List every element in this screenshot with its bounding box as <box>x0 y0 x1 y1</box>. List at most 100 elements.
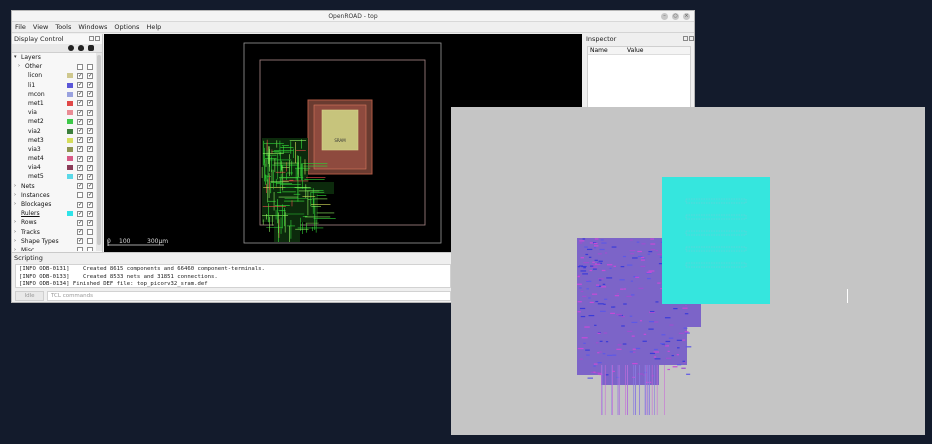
display-row-blockages[interactable]: › Blockages ✓ ✓ <box>12 200 96 209</box>
selectable-checkbox[interactable]: ✓ <box>87 137 93 144</box>
expand-arrow-icon[interactable]: › <box>14 246 16 251</box>
menu-view[interactable]: View <box>33 22 48 32</box>
selectable-checkbox[interactable]: ✓ <box>87 118 93 125</box>
expand-arrow-icon[interactable]: ▾ <box>14 53 17 62</box>
display-row-licon[interactable]: licon ✓ ✓ <box>12 71 96 80</box>
float-icon[interactable] <box>683 36 688 41</box>
selectable-checkbox[interactable] <box>87 229 93 236</box>
layer-color-swatch[interactable] <box>67 119 73 125</box>
inspector-table[interactable]: Name Value <box>587 46 691 108</box>
display-row-other[interactable]: › Other <box>12 62 96 71</box>
display-row-tracks[interactable]: › Tracks ✓ <box>12 228 96 237</box>
display-row-via2[interactable]: via2 ✓ ✓ <box>12 127 96 136</box>
close-dock-icon[interactable] <box>689 36 694 41</box>
visible-checkbox[interactable]: ✓ <box>77 109 83 116</box>
menu-tools[interactable]: Tools <box>55 22 71 32</box>
expand-arrow-icon[interactable]: › <box>14 182 16 191</box>
display-row-met4[interactable]: met4 ✓ ✓ <box>12 154 96 163</box>
visible-checkbox[interactable]: ✓ <box>77 201 83 208</box>
display-row-nets[interactable]: › Nets ✓ ✓ <box>12 182 96 191</box>
layer-color-swatch[interactable] <box>67 211 73 217</box>
selectable-checkbox[interactable]: ✓ <box>87 72 93 79</box>
visible-checkbox[interactable]: ✓ <box>77 137 83 144</box>
display-row-met3[interactable]: met3 ✓ ✓ <box>12 136 96 145</box>
idle-button[interactable]: Idle <box>15 291 44 301</box>
expand-arrow-icon[interactable]: › <box>18 62 20 71</box>
visible-checkbox[interactable]: ✓ <box>77 183 83 190</box>
display-row-met2[interactable]: met2 ✓ ✓ <box>12 117 96 126</box>
visible-checkbox[interactable]: ✓ <box>77 219 83 226</box>
menu-options[interactable]: Options <box>114 22 139 32</box>
layer-color-swatch[interactable] <box>67 165 73 171</box>
selectable-checkbox[interactable]: ✓ <box>87 155 93 162</box>
display-row-shape-types[interactable]: › Shape Types ✓ <box>12 237 96 246</box>
selectable-checkbox[interactable]: ✓ <box>87 201 93 208</box>
visible-checkbox[interactable]: ✓ <box>77 91 83 98</box>
layer-color-swatch[interactable] <box>67 110 73 116</box>
display-row-met5[interactable]: met5 ✓ ✓ <box>12 172 96 181</box>
column-name[interactable]: Name <box>588 47 625 54</box>
visible-checkbox[interactable]: ✓ <box>77 118 83 125</box>
selectable-checkbox[interactable]: ✓ <box>87 100 93 107</box>
close-dock-icon[interactable] <box>95 36 100 41</box>
layer-color-swatch[interactable] <box>67 137 73 143</box>
display-row-instances[interactable]: › Instances ✓ <box>12 191 96 200</box>
visible-checkbox[interactable]: ✓ <box>77 82 83 89</box>
display-row-layers[interactable]: ▾ Layers <box>12 53 96 62</box>
layer-color-swatch[interactable] <box>67 156 73 162</box>
menu-help[interactable]: Help <box>146 22 161 32</box>
expand-arrow-icon[interactable]: › <box>14 191 16 200</box>
expand-arrow-icon[interactable]: › <box>14 237 16 246</box>
display-row-mcon[interactable]: mcon ✓ ✓ <box>12 90 96 99</box>
scroll-thumb[interactable] <box>97 55 101 245</box>
visible-checkbox[interactable] <box>77 192 83 199</box>
display-row-misc[interactable]: › Misc <box>12 246 96 251</box>
selectable-checkbox[interactable]: ✓ <box>87 219 93 226</box>
selectable-checkbox[interactable]: ✓ <box>87 173 93 180</box>
selectable-checkbox[interactable]: ✓ <box>87 82 93 89</box>
maximize-icon[interactable]: ○ <box>672 13 679 20</box>
visible-checkbox[interactable]: ✓ <box>77 146 83 153</box>
selectable-checkbox[interactable]: ✓ <box>87 183 93 190</box>
selectable-checkbox[interactable]: ✓ <box>87 210 93 217</box>
display-row-rows[interactable]: › Rows ✓ ✓ <box>12 218 96 227</box>
selectable-checkbox[interactable] <box>87 247 93 251</box>
display-row-li1[interactable]: li1 ✓ ✓ <box>12 81 96 90</box>
layer-color-swatch[interactable] <box>67 146 73 152</box>
minimize-icon[interactable]: – <box>661 13 668 20</box>
layer-color-swatch[interactable] <box>67 73 73 79</box>
visible-checkbox[interactable]: ✓ <box>77 238 83 245</box>
visible-checkbox[interactable]: ✓ <box>77 164 83 171</box>
close-icon[interactable]: × <box>683 13 690 20</box>
layer-color-swatch[interactable] <box>67 174 73 180</box>
visible-checkbox[interactable]: ✓ <box>77 72 83 79</box>
selectable-checkbox[interactable]: ✓ <box>87 192 93 199</box>
display-row-rulers[interactable]: Rulers ✓ ✓ <box>12 209 96 218</box>
selectable-checkbox[interactable] <box>87 63 93 70</box>
visible-checkbox[interactable]: ✓ <box>77 229 83 236</box>
visible-checkbox[interactable] <box>77 63 83 70</box>
selectable-checkbox[interactable]: ✓ <box>87 146 93 153</box>
float-icon[interactable] <box>89 36 94 41</box>
layer-color-swatch[interactable] <box>67 128 73 134</box>
expand-arrow-icon[interactable]: › <box>14 218 16 227</box>
visible-checkbox[interactable] <box>77 247 83 251</box>
layer-color-swatch[interactable] <box>67 100 73 106</box>
expand-arrow-icon[interactable]: › <box>14 228 16 237</box>
selectable-checkbox[interactable]: ✓ <box>87 128 93 134</box>
visible-checkbox[interactable]: ✓ <box>77 173 83 180</box>
expand-arrow-icon[interactable]: › <box>14 200 16 209</box>
display-row-via[interactable]: via ✓ ✓ <box>12 108 96 117</box>
visible-checkbox[interactable]: ✓ <box>77 155 83 162</box>
selectable-checkbox[interactable]: ✓ <box>87 164 93 171</box>
menu-file[interactable]: File <box>15 22 26 32</box>
layer-color-swatch[interactable] <box>67 91 73 97</box>
display-control-scrollbar[interactable] <box>96 53 102 251</box>
visible-checkbox[interactable]: ✓ <box>77 128 83 134</box>
tcl-command-input[interactable]: TCL commands <box>47 291 451 301</box>
selectable-checkbox[interactable]: ✓ <box>87 91 93 98</box>
selectable-checkbox[interactable] <box>87 238 93 245</box>
menu-windows[interactable]: Windows <box>78 22 107 32</box>
visible-checkbox[interactable]: ✓ <box>77 100 83 107</box>
display-row-met1[interactable]: met1 ✓ ✓ <box>12 99 96 108</box>
